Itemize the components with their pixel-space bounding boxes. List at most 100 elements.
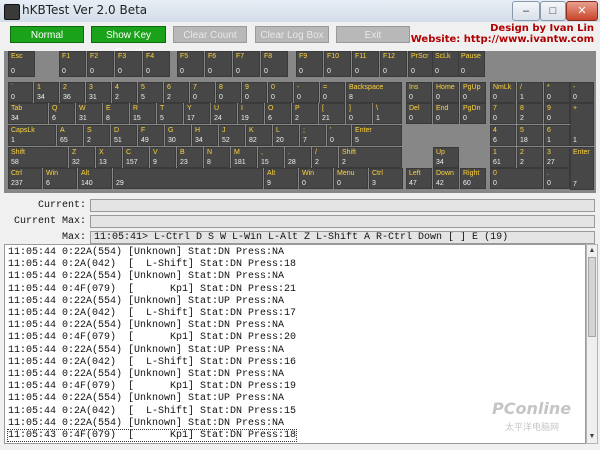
key-1-87: 1 61 [490,147,516,168]
key-shift-85: Shift 2 [339,147,402,168]
key-label: M [234,149,240,156]
key-r-41: R 15 [130,103,156,124]
normal-mode-button[interactable]: Normal [10,26,84,43]
watermark-sub: 太平洋电脑网 [505,423,560,433]
key-label: Backspace [349,84,384,91]
log-line[interactable]: 11:05:44 0:22A(554) [Unknown] Stat:UP Pr… [8,345,284,356]
log-line[interactable]: 11:05:44 0:4F(079) [ Kp1] Stat:DN Press:… [8,332,296,343]
exit-button[interactable]: Exit [336,26,410,43]
key-a-59: A 65 [57,125,83,146]
key-count: 8 [349,94,353,101]
key-label: ' [330,127,332,134]
key-label: + [573,105,578,112]
key-count: 0 [236,68,240,75]
log-line[interactable]: 11:05:44 0:22A(554) [Unknown] Stat:DN Pr… [8,320,284,331]
key-9-56: 90 [544,103,570,124]
key-count: 23 [180,159,188,166]
key-count: 0 [461,68,465,75]
maximize-button[interactable]: □ [540,1,566,21]
key-count: 9 [153,159,157,166]
show-key-count-button[interactable]: Show Key Count [91,26,166,58]
log-line[interactable]: 11:05:44 0:22A(554) [Unknown] Stat:DN Pr… [8,271,284,282]
key-q-38: Q6 [49,103,75,124]
key-label: 1 [493,149,497,156]
key-count: 2 [520,159,524,166]
log-scrollbar[interactable]: ▲ ▼ [586,244,598,444]
key-o-46: O6 [265,103,291,124]
key-count: 1 [520,94,524,101]
log-line[interactable]: 11:05:44 0:22A(554) [Unknown] Stat:DN Pr… [8,247,284,258]
scroll-thumb[interactable] [588,257,596,337]
key-label: Win [302,170,315,177]
key-sym-48: [21 [319,103,345,124]
key-count: 47 [409,180,417,187]
key-alt-93: Alt 140 [78,168,112,189]
key-sym-82: , 15 [258,147,284,168]
log-line[interactable]: 11:05:44 0:2A(042) [ L-Shift] Stat:DN Pr… [8,357,296,368]
key-sym-103: .0 [544,168,570,189]
key-count: 2 [315,159,319,166]
log-line[interactable]: 11:05:44 0:22A(554) [Unknown] Stat:UP Pr… [8,296,284,307]
scroll-up-arrow-icon[interactable]: ▲ [588,246,596,256]
key-label: / [315,149,317,156]
key-count: 6 [268,115,272,122]
key-k-66: K 82 [246,125,272,146]
key-sym-50: \ 1 [373,103,402,124]
key-h-64: H 34 [192,125,218,146]
key-sym-84: /2 [312,147,338,168]
key-count: 0 [436,94,440,101]
key-n-80: N8 [204,147,230,168]
key-count: 8 [207,159,211,166]
key-count: 157 [126,159,138,166]
key-label: N [207,149,213,156]
key-f1-1: F1 0 [59,51,86,77]
minimize-button[interactable]: – [512,1,540,21]
keyboard-panel: Esc 0 F1 0 F2 0 F3 0 F4 0 F5 0 F6 0 F7 0 F8 0 F9 0 F10 0 F11 0 F… [4,51,596,193]
key-count: 32 [72,159,80,166]
key-f-62: F 49 [138,125,164,146]
scroll-down-arrow-icon[interactable]: ▼ [588,432,596,442]
key-f6-6: F6 0 [205,51,232,77]
key-label: * [547,84,550,91]
log-line[interactable]: 11:05:44 0:22A(554) [Unknown] Stat:DN Pr… [8,418,284,429]
key-count: 0 [493,180,497,187]
key-count: 0 [146,68,150,75]
key-3-89: 3 27 [544,147,570,168]
log-line[interactable]: 11:05:44 0:4F(079) [ Kp1] Stat:DN Press:… [8,284,296,295]
key-count: 0 [208,68,212,75]
key-t-42: T5 [157,103,183,124]
key-label: Left [409,170,421,177]
title-bar[interactable]: hKBTest Ver 2.0 Beta – □ ✕ [0,0,600,23]
key-label: 5 [520,127,524,134]
key-6-73: 61 [544,125,570,146]
key-label: G [168,127,174,134]
log-line[interactable]: 11:05:44 0:22A(554) [Unknown] Stat:UP Pr… [8,393,284,404]
key-count: 0 [355,68,359,75]
log-line[interactable]: 11:05:44 0:22A(554) [Unknown] Stat:DN Pr… [8,369,284,380]
key-count: 0 [302,180,306,187]
log-line[interactable]: 11:05:43 0:4F(079) [ Kp1] Stat:DN Press:… [6,429,298,442]
key-label: ` [11,84,14,91]
key-5-21: 55 [138,82,163,103]
clear-log-box-button[interactable]: Clear Log Box [255,26,329,43]
key-label: F1 [62,53,71,60]
log-line[interactable]: 11:05:44 0:2A(042) [ L-Shift] Stat:DN Pr… [8,259,296,270]
clear-count-button[interactable]: Clear Count [173,26,247,43]
key-label: 1 [37,84,41,91]
log-line[interactable]: 11:05:44 0:2A(042) [ L-Shift] Stat:DN Pr… [8,406,296,417]
key-count: 52 [222,137,230,144]
key-count: 82 [249,137,257,144]
key-2-18: 2 36 [60,82,85,103]
key-label: PrScr [411,53,429,60]
key-label: U [214,105,220,112]
key-5-72: 5 18 [517,125,543,146]
key-label: Alt [81,170,90,177]
credit-website[interactable]: Website: http://www.ivantw.com [411,34,594,45]
log-line[interactable]: 11:05:44 0:4F(079) [ Kp1] Stat:DN Press:… [8,381,296,392]
close-button[interactable]: ✕ [566,1,598,21]
key-f2-2: F2 0 [87,51,114,77]
watermark-brand: PConline [492,399,572,418]
key-count: 0 [180,68,184,75]
log-line[interactable]: 11:05:44 0:2A(042) [ L-Shift] Stat:DN Pr… [8,308,296,319]
key-count: 0 [299,68,303,75]
